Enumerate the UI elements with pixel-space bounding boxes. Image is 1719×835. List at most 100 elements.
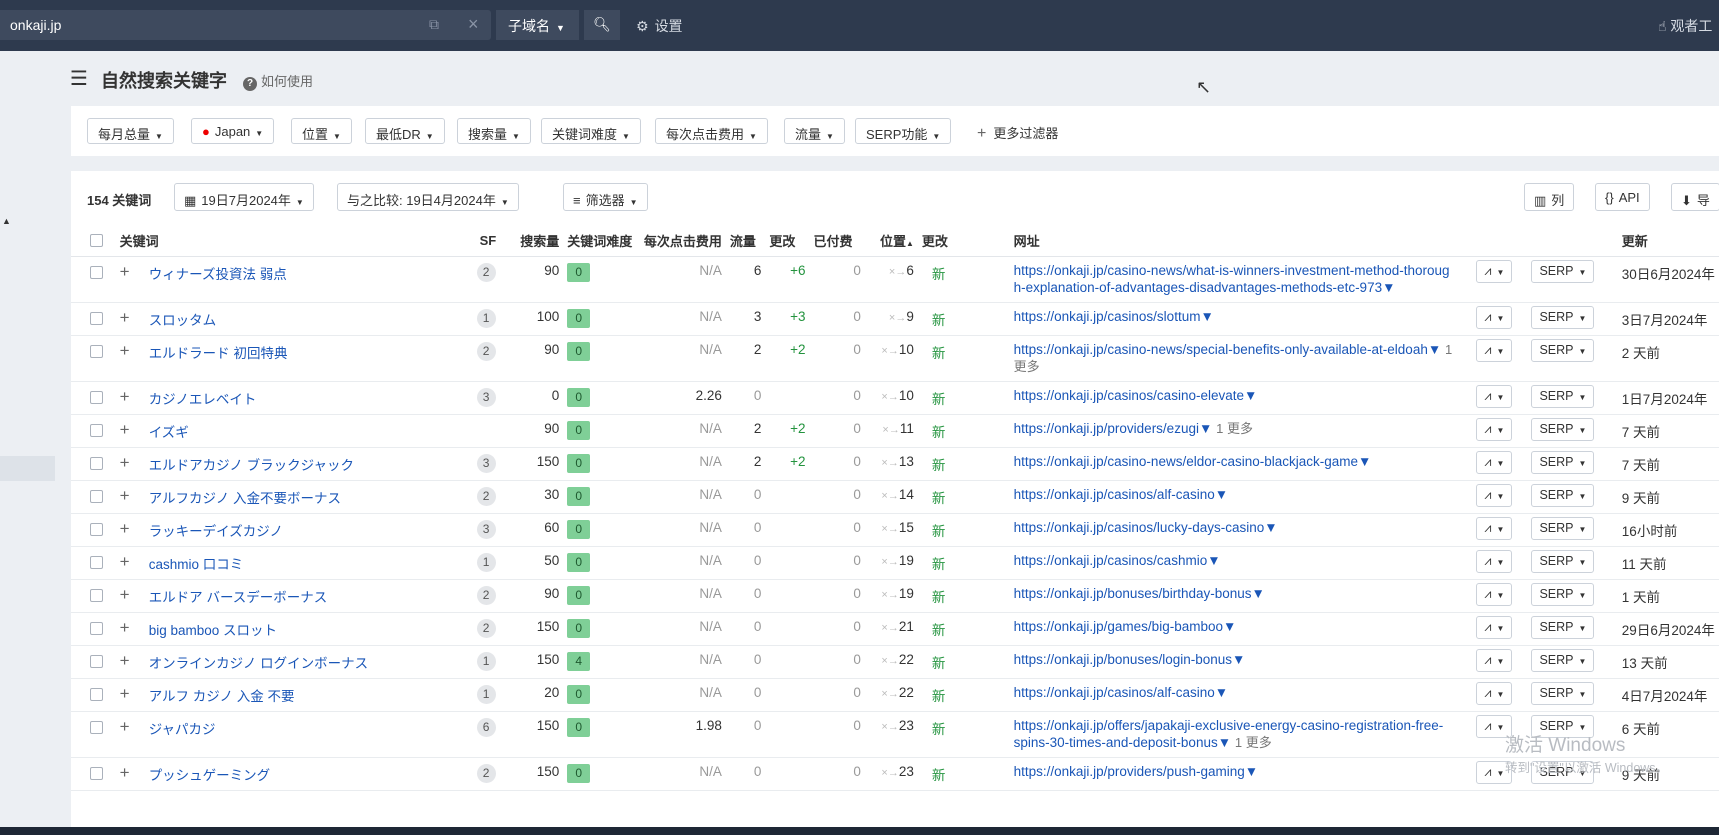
- row-checkbox[interactable]: [90, 687, 104, 701]
- serp-button[interactable]: SERP ▼: [1531, 417, 1595, 441]
- row-checkbox[interactable]: [90, 265, 104, 279]
- url-link-cont[interactable]: h-explanation-of-advantages-disadvantage…: [1014, 280, 1382, 295]
- filter-country[interactable]: ● Japan ▼: [191, 118, 275, 144]
- keyword-link[interactable]: アルフ カジノ 入金 不要: [149, 689, 295, 704]
- serp-button[interactable]: SERP ▼: [1531, 338, 1595, 362]
- add-keyword-icon[interactable]: +: [120, 684, 130, 703]
- chart-button[interactable]: ⩘ ▼: [1476, 338, 1513, 362]
- keyword-link[interactable]: イズギ: [149, 425, 189, 440]
- chevron-down-icon[interactable]: ▼: [1245, 764, 1258, 779]
- keyword-link[interactable]: エルドアカジノ ブラックジャック: [149, 458, 354, 473]
- filter-button[interactable]: ≡ 筛选器 ▼: [563, 183, 648, 211]
- chevron-down-icon[interactable]: ▼: [1358, 454, 1371, 469]
- url-link[interactable]: https://onkaji.jp/casino-news/what-is-wi…: [1014, 263, 1450, 278]
- serp-features-badge[interactable]: 3: [476, 387, 496, 407]
- compare-picker[interactable]: 与之比较: 19日4月2024年 ▼: [337, 183, 519, 211]
- chevron-down-icon[interactable]: ▼: [1252, 586, 1265, 601]
- chevron-down-icon[interactable]: ▼: [1428, 342, 1441, 357]
- serp-features-badge[interactable]: 2: [476, 486, 496, 506]
- select-all-checkbox[interactable]: [90, 234, 104, 248]
- serp-features-badge[interactable]: 1: [476, 308, 496, 328]
- col-change[interactable]: 更改: [769, 234, 795, 249]
- keyword-link[interactable]: ジャパカジ: [149, 722, 216, 737]
- col-sf[interactable]: SF: [480, 233, 497, 248]
- serp-button[interactable]: SERP ▼: [1531, 549, 1595, 573]
- col-cpc[interactable]: 每次点击费用: [644, 234, 722, 249]
- keyword-link[interactable]: ラッキーデイズカジノ: [149, 524, 283, 539]
- serp-button[interactable]: SERP ▼: [1531, 259, 1595, 283]
- collapse-up-icon[interactable]: ▲: [2, 216, 11, 226]
- url-link[interactable]: https://onkaji.jp/casinos/slottum: [1014, 309, 1201, 324]
- viewer-menu[interactable]: ☝ 观者工: [1658, 16, 1712, 36]
- serp-button[interactable]: SERP ▼: [1531, 483, 1595, 507]
- url-link[interactable]: https://onkaji.jp/casino-news/special-be…: [1014, 342, 1428, 357]
- add-keyword-icon[interactable]: +: [120, 651, 130, 670]
- serp-features-badge[interactable]: 2: [476, 585, 496, 605]
- add-keyword-icon[interactable]: +: [120, 308, 130, 327]
- url-link[interactable]: https://onkaji.jp/casinos/casino-elevate: [1014, 388, 1244, 403]
- add-keyword-icon[interactable]: +: [120, 262, 130, 281]
- chart-button[interactable]: ⩘ ▼: [1476, 582, 1513, 606]
- row-checkbox[interactable]: [90, 489, 104, 503]
- chevron-down-icon[interactable]: ▼: [1244, 388, 1257, 403]
- sidebar-selected-item[interactable]: [0, 456, 55, 481]
- api-button[interactable]: {} API: [1595, 183, 1650, 211]
- col-position[interactable]: 位置: [880, 234, 906, 249]
- serp-button[interactable]: SERP ▼: [1531, 582, 1595, 606]
- chart-button[interactable]: ⩘ ▼: [1476, 417, 1513, 441]
- chevron-down-icon[interactable]: ▼: [1232, 652, 1245, 667]
- col-paid[interactable]: 已付费: [814, 234, 853, 249]
- row-checkbox[interactable]: [90, 555, 104, 569]
- col-keyword[interactable]: 关键词: [120, 234, 159, 249]
- more-urls-link[interactable]: 1 更多: [1235, 735, 1272, 750]
- row-checkbox[interactable]: [90, 311, 104, 325]
- url-link[interactable]: https://onkaji.jp/providers/push-gaming: [1014, 764, 1245, 779]
- chevron-down-icon[interactable]: ▼: [1215, 685, 1228, 700]
- serp-button[interactable]: SERP ▼: [1531, 648, 1595, 672]
- chart-button[interactable]: ⩘ ▼: [1476, 549, 1513, 573]
- row-checkbox[interactable]: [90, 588, 104, 602]
- keyword-link[interactable]: スロッタム: [149, 313, 217, 328]
- url-link[interactable]: https://onkaji.jp/bonuses/login-bonus: [1014, 652, 1232, 667]
- serp-button[interactable]: SERP ▼: [1531, 450, 1595, 474]
- filter-traffic[interactable]: 流量 ▼: [784, 118, 845, 144]
- url-link[interactable]: https://onkaji.jp/casinos/alf-casino: [1014, 487, 1215, 502]
- add-keyword-icon[interactable]: +: [120, 552, 130, 571]
- chevron-down-icon[interactable]: ▼: [1382, 280, 1395, 295]
- url-link[interactable]: https://onkaji.jp/casinos/cashmio: [1014, 553, 1208, 568]
- url-link[interactable]: https://onkaji.jp/providers/ezugi: [1014, 421, 1199, 436]
- chart-button[interactable]: ⩘ ▼: [1476, 648, 1513, 672]
- url-link[interactable]: https://onkaji.jp/games/big-bamboo: [1014, 619, 1223, 634]
- filter-kd[interactable]: 关键词难度 ▼: [541, 118, 641, 144]
- keyword-link[interactable]: アルフカジノ 入金不要ボーナス: [149, 491, 341, 506]
- serp-features-badge[interactable]: 2: [476, 618, 496, 638]
- col-kd[interactable]: 关键词难度: [567, 234, 632, 249]
- keyword-link[interactable]: オンラインカジノ ログインボーナス: [149, 656, 368, 671]
- columns-button[interactable]: ▥ 列: [1524, 183, 1575, 211]
- keyword-link[interactable]: cashmio 口コミ: [149, 557, 244, 572]
- serp-button[interactable]: SERP ▼: [1531, 305, 1595, 329]
- keyword-link[interactable]: エルドラード 初回特典: [149, 346, 288, 361]
- url-link[interactable]: https://onkaji.jp/casinos/alf-casino: [1014, 685, 1215, 700]
- chart-button[interactable]: ⩘ ▼: [1476, 450, 1513, 474]
- url-link[interactable]: https://onkaji.jp/casino-news/eldor-casi…: [1014, 454, 1358, 469]
- external-link-icon[interactable]: ⧉: [429, 16, 439, 33]
- chart-button[interactable]: ⩘ ▼: [1476, 259, 1513, 283]
- add-keyword-icon[interactable]: +: [120, 717, 130, 736]
- serp-features-badge[interactable]: 1: [476, 684, 496, 704]
- add-keyword-icon[interactable]: +: [120, 387, 130, 406]
- filter-serp-features[interactable]: SERP功能 ▼: [855, 118, 952, 144]
- chart-button[interactable]: ⩘ ▼: [1476, 305, 1513, 329]
- add-keyword-icon[interactable]: +: [120, 341, 130, 360]
- col-volume[interactable]: 搜索量: [520, 234, 559, 249]
- row-checkbox[interactable]: [90, 423, 104, 437]
- row-checkbox[interactable]: [90, 456, 104, 470]
- serp-features-badge[interactable]: 2: [476, 341, 496, 361]
- serp-features-badge[interactable]: 2: [476, 262, 496, 282]
- url-link-cont[interactable]: spins-30-times-and-deposit-bonus: [1014, 735, 1218, 750]
- serp-features-badge[interactable]: 3: [476, 453, 496, 473]
- filter-monthly-total[interactable]: 每月总量 ▼: [87, 118, 174, 144]
- add-keyword-icon[interactable]: +: [120, 519, 130, 538]
- more-filters-button[interactable]: + 更多过滤器: [973, 118, 1062, 147]
- mode-dropdown[interactable]: 子域名 ▼: [496, 10, 579, 40]
